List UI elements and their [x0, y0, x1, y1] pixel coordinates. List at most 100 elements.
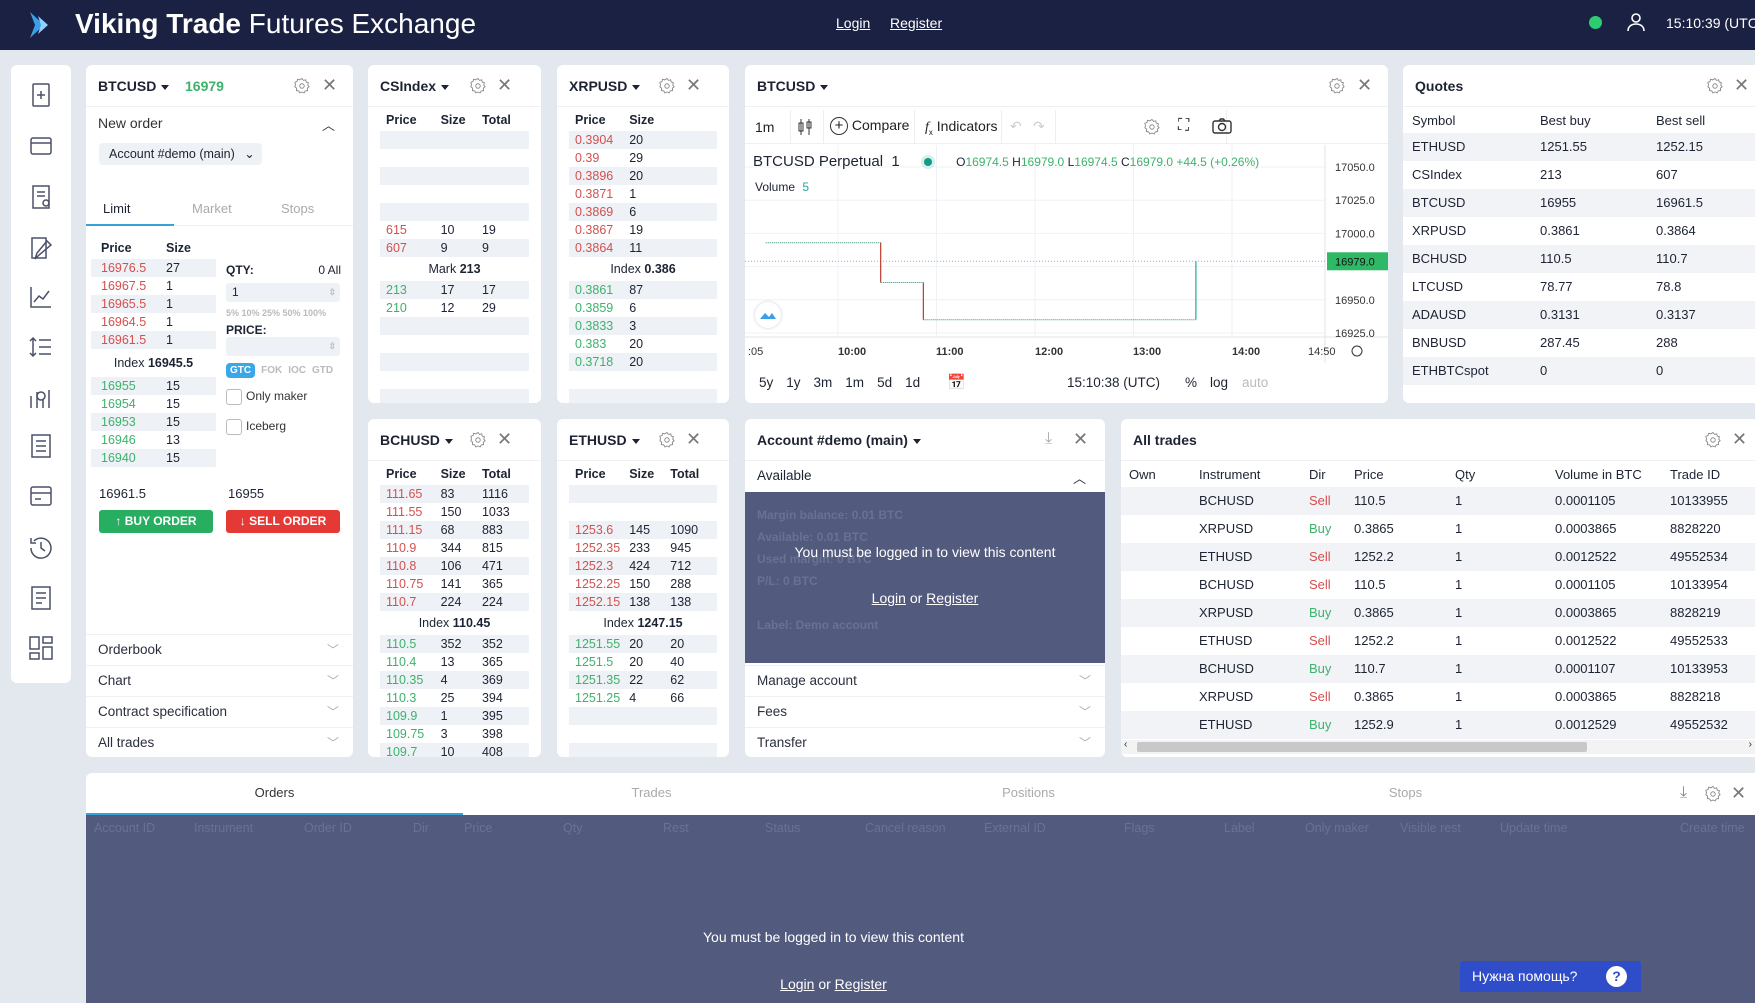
qty-input[interactable]: 1 ⇳: [226, 283, 340, 302]
price-chart[interactable]: 17050.0 17025.0 17000.0 16950.0 16925.0 16979…: [745, 145, 1388, 363]
orderbook-row[interactable]: 110.7 224 224: [380, 593, 529, 611]
orderbook-row[interactable]: 210 12 29: [380, 299, 529, 317]
register-link[interactable]: Register: [835, 976, 887, 992]
orderbook-row[interactable]: 1252.25 150 288: [569, 575, 717, 593]
notes-icon[interactable]: [27, 584, 55, 612]
close-icon[interactable]: ✕: [497, 76, 512, 94]
tif-fok[interactable]: FOK: [261, 363, 282, 378]
section-orderbook[interactable]: Orderbook ﹀: [86, 634, 353, 665]
section-fees[interactable]: Fees ﹀: [745, 696, 1105, 727]
user-icon[interactable]: [1627, 12, 1645, 32]
account-selector[interactable]: Account #demo (main): [757, 432, 921, 448]
chart-theme-icon[interactable]: [1351, 345, 1363, 357]
orderbook-row[interactable]: 16940 15: [91, 449, 216, 467]
analytics-icon[interactable]: [27, 384, 55, 412]
buy-order-button[interactable]: ↑ BUY ORDER: [99, 510, 213, 533]
range-1d[interactable]: 1d: [905, 375, 920, 390]
tif-gtc[interactable]: GTC: [226, 363, 256, 378]
range-5d[interactable]: 5d: [877, 375, 892, 390]
orderbook-row[interactable]: 0.3861 87: [569, 281, 717, 299]
orderbook-row[interactable]: 615 10 19: [380, 221, 529, 239]
redo-icon[interactable]: ↷: [1033, 118, 1045, 135]
chart-symbol-selector[interactable]: BTCUSD: [757, 78, 829, 94]
settings-icon[interactable]: [1704, 431, 1722, 449]
orderbook-row[interactable]: 111.15 68 883: [380, 521, 529, 539]
orderbook-row[interactable]: 607 9 9: [380, 239, 529, 257]
orderbook-row[interactable]: 16965.5 1: [91, 295, 216, 313]
wallet-icon[interactable]: [27, 482, 55, 510]
orderbook-row[interactable]: 0.3718 20: [569, 353, 717, 371]
help-chat-button[interactable]: Нужна помощь? ?: [1460, 961, 1641, 992]
indicators-button[interactable]: fx Indicators: [925, 118, 997, 137]
section-chart[interactable]: Chart ﹀: [86, 665, 353, 696]
iceberg-checkbox[interactable]: Iceberg: [226, 419, 286, 435]
orderbook-row[interactable]: 110.8 106 471: [380, 557, 529, 575]
document-list-icon[interactable]: [27, 432, 55, 460]
settings-icon[interactable]: [469, 77, 487, 95]
interval-button[interactable]: 1m: [755, 119, 774, 135]
collapse-icon[interactable]: ︿: [1073, 468, 1086, 487]
candles-icon[interactable]: [795, 117, 815, 137]
orderbook-row[interactable]: 16953 15: [91, 413, 216, 431]
range-1m[interactable]: 1m: [845, 375, 864, 390]
quote-row[interactable]: BNBUSD 287.45 288: [1403, 329, 1755, 357]
tab-stops[interactable]: Stops: [1217, 773, 1594, 815]
settings-icon[interactable]: [1706, 77, 1724, 95]
close-icon[interactable]: ✕: [686, 430, 701, 448]
horizontal-scrollbar[interactable]: ‹ ›: [1121, 739, 1755, 754]
download-icon[interactable]: ⤓: [1045, 431, 1052, 447]
range-1y[interactable]: 1y: [786, 375, 800, 390]
qty-all[interactable]: 0 All: [316, 263, 341, 277]
symbol-selector[interactable]: XRPUSD: [569, 78, 641, 94]
orderbook-row[interactable]: 0.3871 1: [569, 185, 717, 203]
account-select[interactable]: Account #demo (main) ⌄: [99, 143, 262, 165]
close-icon[interactable]: ✕: [497, 430, 512, 448]
auto-toggle[interactable]: auto: [1242, 375, 1268, 390]
quote-row[interactable]: CSIndex 213 607: [1403, 161, 1755, 189]
tab-orders[interactable]: Orders: [86, 773, 463, 815]
orderbook-row[interactable]: 16976.5 27: [91, 259, 216, 277]
tab-stops[interactable]: Stops: [281, 201, 314, 216]
orderbook-row[interactable]: 0.3867 19: [569, 221, 717, 239]
report-icon[interactable]: [27, 183, 55, 211]
quote-row[interactable]: ADAUSD 0.3131 0.3137: [1403, 301, 1755, 329]
orderbook-row[interactable]: 1252.3 424 712: [569, 557, 717, 575]
orderbook-row[interactable]: 109.7 10 408: [380, 743, 529, 757]
edit-document-icon[interactable]: [27, 235, 55, 263]
orderbook-row[interactable]: 110.35 4 369: [380, 671, 529, 689]
register-link[interactable]: Register: [926, 590, 978, 606]
close-icon[interactable]: ✕: [1731, 784, 1746, 802]
tif-ioc[interactable]: IOC: [288, 363, 306, 378]
card-icon[interactable]: [27, 132, 55, 160]
orderbook-row[interactable]: 0.3896 20: [569, 167, 717, 185]
login-link[interactable]: Login: [872, 590, 906, 606]
orderbook-row[interactable]: 1252.35 233 945: [569, 539, 717, 557]
orderbook-row[interactable]: 110.9 344 815: [380, 539, 529, 557]
orderbook-row[interactable]: 0.383 20: [569, 335, 717, 353]
orderbook-row[interactable]: 0.3859 6: [569, 299, 717, 317]
percent-toggle[interactable]: %: [1185, 375, 1197, 390]
close-icon[interactable]: ✕: [1073, 430, 1088, 448]
chart-settings-icon[interactable]: [1143, 118, 1161, 136]
orderbook-row[interactable]: 16964.5 1: [91, 313, 216, 331]
orderbook-row[interactable]: 109.9 1 395: [380, 707, 529, 725]
quote-row[interactable]: ETHUSD 1251.55 1252.15: [1403, 133, 1755, 161]
orderbook-row[interactable]: 0.3904 20: [569, 131, 717, 149]
tab-trades[interactable]: Trades: [463, 773, 840, 815]
orderbook-row[interactable]: 0.39 29: [569, 149, 717, 167]
settings-icon[interactable]: [1704, 785, 1722, 803]
section-manage-account[interactable]: Manage account ﹀: [745, 665, 1105, 696]
orderbook-row[interactable]: 16955 15: [91, 377, 216, 395]
close-icon[interactable]: ✕: [686, 76, 701, 94]
symbol-selector[interactable]: BTCUSD: [98, 78, 170, 94]
orderbook-row[interactable]: 16961.5 1: [91, 331, 216, 349]
close-icon[interactable]: ✕: [1734, 76, 1749, 94]
log-toggle[interactable]: log: [1210, 375, 1228, 390]
register-link[interactable]: Register: [890, 15, 942, 31]
orderbook-row[interactable]: 0.3864 11: [569, 239, 717, 257]
tif-gtd[interactable]: GTD: [312, 363, 333, 378]
orderbook-row[interactable]: 110.5 352 352: [380, 635, 529, 653]
date-range-icon[interactable]: 📅: [947, 373, 966, 391]
tradingview-logo-icon[interactable]: [755, 302, 781, 328]
login-link[interactable]: Login: [780, 976, 814, 992]
